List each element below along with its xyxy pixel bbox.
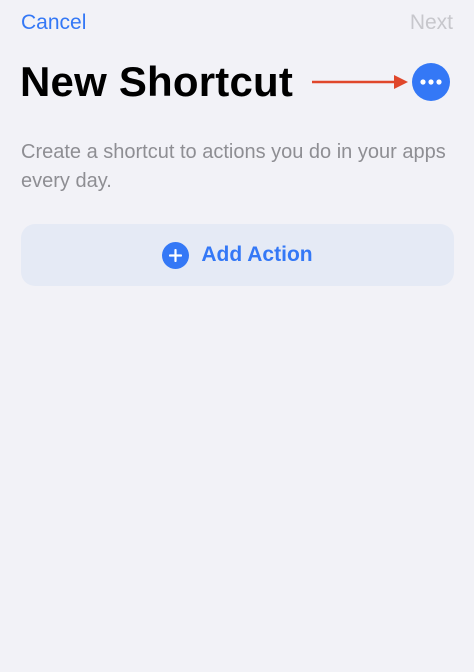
ellipsis-icon [420,79,442,85]
next-button: Next [409,11,453,34]
page-title: New Shortcut [20,58,294,105]
add-action-label: Add Action [201,243,313,266]
shortcut-description: Create a shortcut to actions you do in y… [21,141,446,192]
plus-circle-icon [162,241,190,269]
add-action-button[interactable]: Add Action [21,224,454,286]
cancel-button[interactable]: Cancel [21,11,86,35]
more-options-button[interactable] [412,63,450,101]
annotation-arrow-icon [312,75,408,89]
